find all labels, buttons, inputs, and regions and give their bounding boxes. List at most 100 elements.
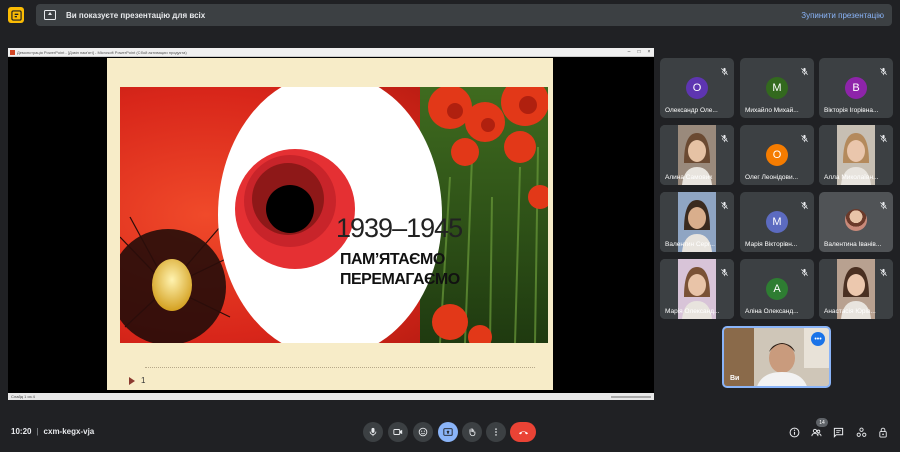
participant-name: Олег Леонідови... bbox=[745, 174, 799, 181]
self-name: Ви bbox=[730, 375, 740, 382]
shared-presentation-window: Демонстрація PowerPoint - [Дзвін пам'яті… bbox=[8, 48, 654, 400]
activities-icon bbox=[856, 427, 866, 437]
ppt-window-title: Демонстрація PowerPoint - [Дзвін пам'яті… bbox=[17, 49, 187, 55]
participant-tile[interactable]: М Марія Вікторівн... bbox=[740, 192, 814, 252]
slide: 1939–1945 ПАМ’ЯТАЄМО ПЕРЕМАГАЄМО 1 bbox=[107, 58, 553, 390]
chat-button[interactable] bbox=[832, 426, 844, 438]
avatar: А bbox=[766, 278, 788, 300]
meeting-info: 10:20 | cxm-kegx-vja bbox=[11, 427, 94, 436]
avatar: В bbox=[845, 77, 867, 99]
slide-footer: 1 bbox=[129, 376, 145, 385]
emoji-reaction-button[interactable] bbox=[413, 422, 433, 442]
participant-name: Олександр Оле... bbox=[665, 107, 718, 114]
clock-time: 10:20 bbox=[11, 427, 32, 436]
participant-profile-photo bbox=[845, 209, 867, 231]
participant-name: Аліна Олександ... bbox=[745, 308, 799, 315]
more-options-icon[interactable]: ••• bbox=[811, 332, 825, 346]
ppt-slide-status: Слайд 1 из 4 bbox=[11, 394, 35, 399]
microphone-icon bbox=[369, 427, 377, 437]
mic-off-icon bbox=[879, 63, 888, 76]
leave-call-button[interactable] bbox=[510, 422, 536, 442]
mic-off-icon bbox=[800, 130, 809, 143]
participant-tile[interactable]: О Олександр Оле... bbox=[660, 58, 734, 118]
meet-logo-icon bbox=[8, 7, 24, 23]
avatar: М bbox=[766, 211, 788, 233]
participant-tile[interactable]: Валентина Іванів... bbox=[819, 192, 893, 252]
avatar: О bbox=[766, 144, 788, 166]
participant-name: Валентина Іванів... bbox=[824, 241, 882, 248]
meeting-details-button[interactable] bbox=[788, 426, 800, 438]
activities-button[interactable] bbox=[855, 426, 867, 438]
mic-off-icon bbox=[800, 197, 809, 210]
camera-button[interactable] bbox=[388, 422, 408, 442]
slide-number: 1 bbox=[141, 376, 146, 385]
people-icon bbox=[810, 428, 822, 436]
slide-line-1: ПАМ’ЯТАЄМО bbox=[340, 251, 445, 268]
meeting-code: cxm-kegx-vja bbox=[43, 427, 95, 436]
participant-name: Алла Миколаївн... bbox=[824, 174, 879, 181]
slide-line-2: ПЕРЕМАГАЄМО bbox=[340, 271, 460, 288]
poppy-slide-image: 1939–1945 ПАМ’ЯТАЄМО ПЕРЕМАГАЄМО bbox=[120, 87, 548, 343]
mic-off-icon bbox=[879, 130, 888, 143]
host-controls-button[interactable] bbox=[877, 426, 889, 438]
participant-tile[interactable]: Анастасія Юрів... bbox=[819, 259, 893, 319]
participant-tile[interactable]: О Олег Леонідови... bbox=[740, 125, 814, 185]
powerpoint-icon bbox=[10, 49, 15, 55]
top-bar: Ви показуєте презентацію для всіх Зупини… bbox=[8, 4, 892, 26]
avatar: О bbox=[686, 77, 708, 99]
more-options-button[interactable] bbox=[486, 422, 506, 442]
maximize-icon[interactable]: □ bbox=[634, 49, 644, 55]
more-vert-icon bbox=[495, 428, 497, 436]
lock-person-icon bbox=[878, 427, 887, 438]
participant-tile[interactable]: М Михайло Михай... bbox=[740, 58, 814, 118]
presenting-banner: Ви показуєте презентацію для всіх Зупини… bbox=[36, 4, 892, 26]
emoji-icon bbox=[418, 427, 428, 437]
triangle-bullet-icon bbox=[129, 376, 135, 385]
present-screen-icon bbox=[44, 10, 56, 20]
mic-off-icon bbox=[879, 264, 888, 277]
hand-icon bbox=[469, 428, 476, 437]
slide-divider bbox=[145, 367, 535, 368]
participant-tile[interactable]: Валентин Серг... bbox=[660, 192, 734, 252]
participant-name: Анастасія Юрів... bbox=[824, 308, 876, 315]
close-icon[interactable]: × bbox=[644, 49, 654, 55]
minimize-icon[interactable]: – bbox=[624, 49, 634, 55]
mic-off-icon bbox=[720, 63, 729, 76]
people-button[interactable] bbox=[810, 426, 822, 438]
participant-name: Марія Олександ... bbox=[665, 308, 720, 315]
participant-name: Валентин Серг... bbox=[665, 241, 715, 248]
participant-tile[interactable]: Алла Миколаївн... bbox=[819, 125, 893, 185]
mic-off-icon bbox=[800, 264, 809, 277]
mic-off-icon bbox=[720, 197, 729, 210]
present-screen-icon bbox=[443, 428, 453, 436]
camera-icon bbox=[393, 429, 403, 435]
participant-tile[interactable]: Марія Олександ... bbox=[660, 259, 734, 319]
participant-tile[interactable]: В Вікторія Ігорівна... bbox=[819, 58, 893, 118]
hang-up-icon bbox=[518, 431, 528, 435]
present-button[interactable] bbox=[438, 422, 458, 442]
stop-presenting-button[interactable]: Зупинити презентацію bbox=[801, 11, 884, 20]
ppt-statusbar: Слайд 1 из 4 bbox=[8, 393, 654, 400]
participant-name: Михайло Михай... bbox=[745, 107, 799, 114]
chat-icon bbox=[833, 427, 843, 438]
participant-tile[interactable]: А Аліна Олександ... bbox=[740, 259, 814, 319]
participant-tile[interactable]: Алина Самовик bbox=[660, 125, 734, 185]
mic-off-icon bbox=[879, 197, 888, 210]
mic-off-icon bbox=[720, 130, 729, 143]
slide-years: 1939–1945 bbox=[336, 213, 463, 243]
info-separator: | bbox=[36, 427, 39, 436]
presenting-banner-text: Ви показуєте презентацію для всіх bbox=[66, 10, 206, 20]
participant-name: Вікторія Ігорівна... bbox=[824, 107, 879, 114]
mic-off-icon bbox=[720, 264, 729, 277]
avatar: М bbox=[766, 77, 788, 99]
zoom-slider[interactable] bbox=[611, 395, 651, 398]
participant-name: Марія Вікторівн... bbox=[745, 241, 798, 248]
raise-hand-button[interactable] bbox=[462, 422, 482, 442]
bottom-bar: 10:20 | cxm-kegx-vja 14 bbox=[0, 418, 900, 448]
participant-name: Алина Самовик bbox=[665, 174, 713, 181]
info-icon bbox=[789, 427, 799, 437]
ppt-titlebar: Демонстрація PowerPoint - [Дзвін пам'яті… bbox=[8, 48, 654, 57]
self-video-tile[interactable]: Ви ••• bbox=[722, 326, 831, 388]
mic-off-icon bbox=[800, 63, 809, 76]
microphone-button[interactable] bbox=[363, 422, 383, 442]
